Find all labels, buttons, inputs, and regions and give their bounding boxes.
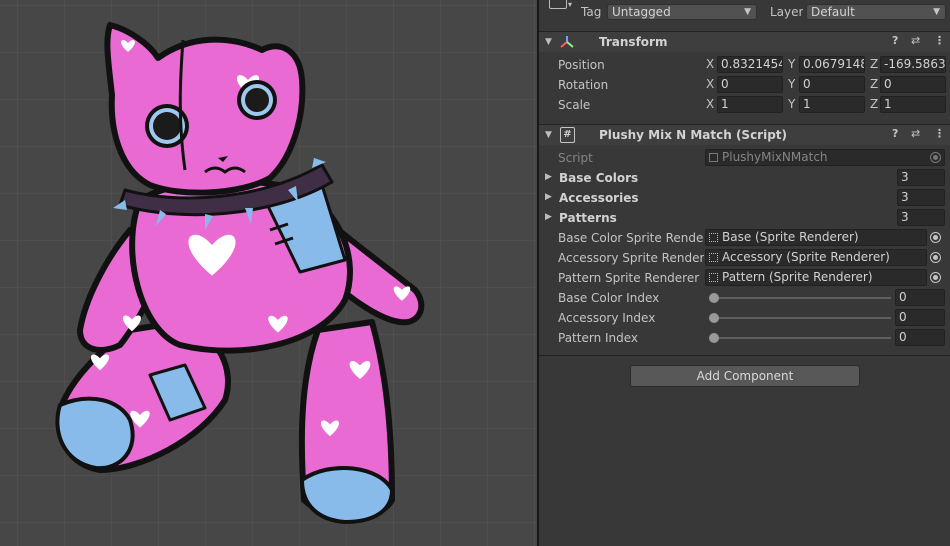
pattern-index-slider-thumb[interactable] (709, 333, 719, 343)
rotation-x-field[interactable]: 0 (717, 76, 783, 93)
position-z-field[interactable]: -169.5863 (880, 56, 946, 73)
pattern-index-field[interactable]: 0 (895, 329, 945, 346)
gameobject-icon-dropdown[interactable]: ▾ (568, 0, 572, 9)
position-y-axis-label[interactable]: Y (788, 56, 795, 73)
sprite-renderer-icon (709, 273, 718, 282)
inspector-panel: ▾ Tag Untagged ▼ Layer Default ▼ ▼ Trans… (539, 0, 950, 546)
gameobject-icon[interactable] (549, 0, 567, 9)
preset-icon[interactable]: ⇄ (911, 34, 920, 48)
transform-title: Transform (599, 35, 668, 49)
script-hash-icon: # (560, 127, 575, 143)
position-y-field[interactable]: 0.0679148 (799, 56, 865, 73)
script-file-icon (709, 153, 718, 162)
preset-icon[interactable]: ⇄ (911, 127, 920, 141)
base-color-sprite-renderer-value: Base (Sprite Renderer) (722, 230, 859, 244)
base-color-index-field[interactable]: 0 (895, 289, 945, 306)
object-picker-icon[interactable] (930, 232, 941, 243)
scale-label: Scale (558, 98, 591, 112)
foldout-collapsed-icon[interactable]: ▶ (545, 172, 552, 182)
rotation-z-field[interactable]: 0 (880, 76, 946, 93)
scene-view[interactable] (0, 0, 537, 546)
foldout-collapsed-icon[interactable]: ▶ (545, 192, 552, 202)
scale-y-field[interactable]: 1 (799, 96, 865, 113)
pattern-sprite-renderer-value: Pattern (Sprite Renderer) (722, 270, 873, 284)
base-color-sprite-renderer-label: Base Color Sprite Renderer (558, 231, 704, 245)
base-colors-count-field[interactable]: 3 (897, 169, 945, 186)
tag-label: Tag (581, 5, 602, 19)
accessories-count-field[interactable]: 3 (897, 189, 945, 206)
object-picker-icon[interactable] (930, 272, 941, 283)
base-color-index-slider-thumb[interactable] (709, 293, 719, 303)
foldout-collapsed-icon[interactable]: ▶ (545, 212, 552, 222)
accessory-index-slider-thumb[interactable] (709, 313, 719, 323)
scene-canvas[interactable] (0, 0, 537, 546)
add-component-button[interactable]: Add Component (630, 365, 860, 387)
layer-dropdown[interactable]: Default ▼ (806, 4, 946, 20)
pattern-sprite-renderer-field[interactable]: Pattern (Sprite Renderer) (705, 269, 927, 286)
tag-value: Untagged (612, 5, 671, 19)
rotation-y-field[interactable]: 0 (799, 76, 865, 93)
layer-label: Layer (770, 5, 804, 19)
script-value: PlushyMixNMatch (722, 150, 828, 164)
base-color-index-label: Base Color Index (558, 291, 660, 305)
rotation-y-axis-label[interactable]: Y (788, 76, 795, 93)
patterns-label[interactable]: Patterns (559, 211, 617, 225)
pattern-sprite-renderer-label: Pattern Sprite Renderer (558, 271, 700, 285)
accessory-index-slider[interactable] (710, 317, 891, 319)
object-picker-icon (930, 152, 941, 163)
accessory-sprite-renderer-value: Accessory (Sprite Renderer) (722, 250, 890, 264)
base-color-index-slider[interactable] (710, 297, 891, 299)
rotation-label: Rotation (558, 78, 609, 92)
tag-dropdown[interactable]: Untagged ▼ (607, 4, 757, 20)
transform-header[interactable]: ▼ Transform ? ⇄ ⋮ (539, 31, 950, 52)
rotation-z-axis-label[interactable]: Z (870, 76, 878, 93)
scale-z-field[interactable]: 1 (880, 96, 946, 113)
more-options-icon[interactable]: ⋮ (934, 127, 945, 141)
scale-y-axis-label[interactable]: Y (788, 96, 795, 113)
sprite-renderer-icon (709, 253, 718, 262)
position-label: Position (558, 58, 605, 72)
patterns-count-field[interactable]: 3 (897, 209, 945, 226)
foldout-expanded-icon[interactable]: ▼ (545, 37, 552, 47)
object-picker-icon[interactable] (930, 252, 941, 263)
base-colors-label[interactable]: Base Colors (559, 171, 638, 185)
help-icon[interactable]: ? (892, 34, 898, 48)
scale-x-axis-label[interactable]: X (706, 96, 714, 113)
position-z-axis-label[interactable]: Z (870, 56, 878, 73)
scale-z-axis-label[interactable]: Z (870, 96, 878, 113)
foldout-expanded-icon[interactable]: ▼ (545, 130, 552, 140)
accessory-sprite-renderer-field[interactable]: Accessory (Sprite Renderer) (705, 249, 927, 266)
position-x-field[interactable]: 0.8321454 (717, 56, 783, 73)
pattern-index-slider[interactable] (710, 337, 891, 339)
layer-value: Default (811, 5, 855, 19)
script-label: Script (558, 151, 593, 165)
help-icon[interactable]: ? (892, 127, 898, 141)
pattern-index-label: Pattern Index (558, 331, 639, 345)
component-divider (539, 355, 950, 356)
chevron-down-icon: ▼ (744, 7, 751, 17)
sprite-renderer-icon (709, 233, 718, 242)
base-color-sprite-renderer-field[interactable]: Base (Sprite Renderer) (705, 229, 927, 246)
chevron-down-icon: ▼ (933, 7, 940, 17)
more-options-icon[interactable]: ⋮ (934, 34, 945, 48)
accessory-index-label: Accessory Index (558, 311, 656, 325)
accessories-label[interactable]: Accessories (559, 191, 639, 205)
scale-x-field[interactable]: 1 (717, 96, 783, 113)
accessory-index-field[interactable]: 0 (895, 309, 945, 326)
script-component-title: Plushy Mix N Match (Script) (599, 128, 788, 142)
script-component-header[interactable]: ▼ # Plushy Mix N Match (Script) ? ⇄ ⋮ (539, 124, 950, 145)
transform-icon (560, 36, 574, 48)
accessory-sprite-renderer-label: Accessory Sprite Renderer (558, 251, 704, 265)
rotation-x-axis-label[interactable]: X (706, 76, 714, 93)
position-x-axis-label[interactable]: X (706, 56, 714, 73)
script-field: PlushyMixNMatch (705, 149, 945, 166)
